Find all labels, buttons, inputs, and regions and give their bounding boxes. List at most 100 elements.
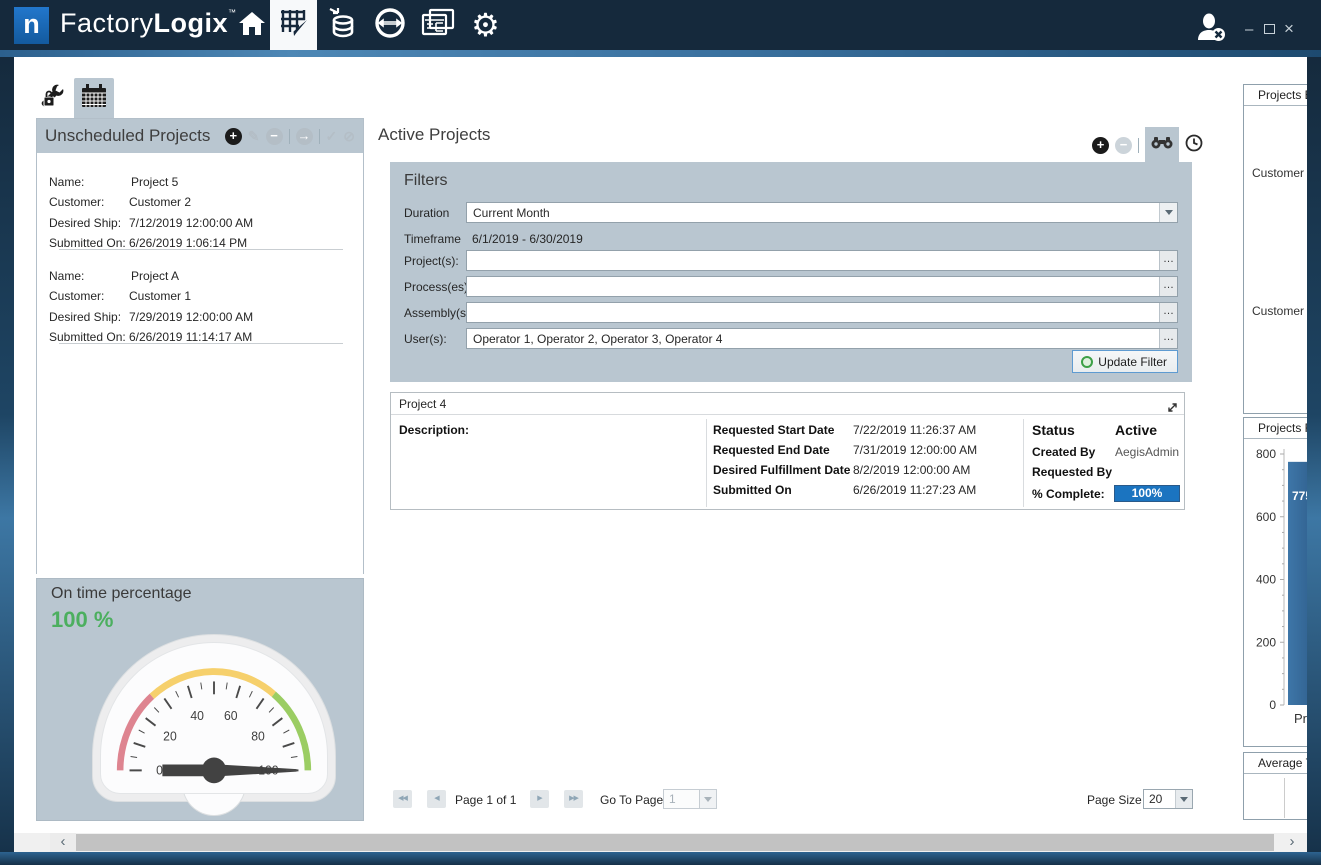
- first-page-button[interactable]: ◀◀: [393, 790, 412, 808]
- scroll-left-button[interactable]: ‹: [50, 833, 76, 852]
- svg-text:100: 100: [258, 763, 278, 777]
- desired-ship-label: Desired Ship:: [49, 216, 121, 230]
- column-divider: [1023, 419, 1024, 507]
- submitted-on-label: Submitted On: [713, 483, 792, 497]
- last-page-button[interactable]: ▶▶: [564, 790, 583, 808]
- submitted-on-value: 6/26/2019 11:27:23 AM: [853, 483, 976, 497]
- schedule-project-button[interactable]: →: [296, 128, 313, 145]
- app-logo: n: [14, 7, 49, 44]
- users-filter-input[interactable]: [467, 329, 1177, 348]
- nav-scheduling-button[interactable]: [270, 0, 317, 50]
- list-divider: [59, 249, 343, 250]
- customer-value: Customer 1: [129, 289, 191, 303]
- goto-page-value: 1: [669, 792, 676, 806]
- horizontal-scrollbar[interactable]: ‹ ›: [14, 833, 1307, 852]
- svg-text:80: 80: [251, 729, 265, 743]
- tab-configuration[interactable]: [30, 78, 70, 118]
- average-time-title: Average T: [1244, 753, 1307, 774]
- expand-icon[interactable]: [1167, 398, 1178, 420]
- project-card-header: Project 4: [391, 393, 1184, 415]
- submitted-on-label: Submitted On:: [49, 236, 126, 250]
- average-time-panel: Average T: [1243, 752, 1307, 820]
- assemblies-filter-field[interactable]: …: [466, 302, 1178, 323]
- ontime-gauge: 020406080100: [92, 634, 336, 802]
- wrench-lock-icon: [36, 82, 64, 115]
- add-project-button[interactable]: +: [225, 128, 242, 145]
- page-size-label: Page Size: [1087, 793, 1142, 807]
- duration-value: Current Month: [473, 206, 550, 220]
- timeframe-value: 6/1/2019 - 6/30/2019: [472, 232, 583, 246]
- users-filter-field[interactable]: …: [466, 328, 1178, 349]
- svg-text:60: 60: [224, 709, 238, 723]
- content-area: Unscheduled Projects + ✎ − → ✓ ⊘ Name: P…: [14, 57, 1307, 833]
- projects-filter-input[interactable]: [467, 251, 1177, 270]
- created-by-label: Created By: [1032, 445, 1095, 459]
- brand-bold: Logix: [154, 8, 229, 38]
- scrollbar-thumb[interactable]: [76, 834, 1274, 851]
- history-view-tab[interactable]: [1185, 134, 1203, 157]
- projects-remaining-title: Projects R: [1244, 418, 1307, 439]
- top-bar: n FactoryLogix™: [0, 0, 1321, 50]
- processes-browse-button[interactable]: …: [1159, 277, 1177, 296]
- previous-page-button[interactable]: ◀: [427, 790, 446, 808]
- approve-project-button[interactable]: ✓: [326, 128, 338, 145]
- average-time-chart: [1244, 774, 1307, 819]
- assemblies-browse-button[interactable]: …: [1159, 303, 1177, 322]
- name-label: Name:: [49, 175, 84, 189]
- nav-materials-button[interactable]: [318, 0, 365, 50]
- schedule-grid-pencil-icon: [279, 8, 309, 43]
- edit-project-button[interactable]: ✎: [248, 128, 260, 145]
- add-active-project-button[interactable]: +: [1092, 137, 1109, 154]
- maximize-button[interactable]: [1264, 24, 1275, 34]
- sync-circle-icon: [374, 7, 406, 44]
- close-button[interactable]: ×: [1284, 21, 1294, 36]
- refresh-icon: [1081, 356, 1093, 368]
- update-filter-button[interactable]: Update Filter: [1072, 350, 1178, 373]
- nav-settings-button[interactable]: ⚙: [462, 0, 509, 50]
- requested-start-value: 7/22/2019 11:26:37 AM: [853, 423, 976, 437]
- requested-end-value: 7/31/2019 12:00:00 AM: [853, 443, 977, 457]
- processes-filter-field[interactable]: …: [466, 276, 1178, 297]
- assemblies-filter-label: Assembly(s):: [404, 306, 473, 320]
- bottom-window-border: [0, 852, 1321, 865]
- project-card[interactable]: Project 4 Description: Requested Start D…: [390, 392, 1185, 510]
- svg-text:400: 400: [1256, 573, 1276, 587]
- reject-project-button[interactable]: ⊘: [343, 128, 355, 145]
- projects-browse-button[interactable]: …: [1159, 251, 1177, 270]
- page-size-combo[interactable]: 20: [1143, 789, 1193, 809]
- next-page-button[interactable]: ▶: [530, 790, 549, 808]
- chevron-down-icon: [1159, 203, 1177, 222]
- goto-page-label: Go To Page: [600, 793, 663, 807]
- customer-label: Customer:: [49, 289, 104, 303]
- filter-view-tab[interactable]: [1145, 127, 1179, 163]
- projects-filter-label: Project(s):: [404, 254, 459, 268]
- duration-select[interactable]: Current Month: [466, 202, 1178, 223]
- scroll-right-button[interactable]: ›: [1279, 833, 1305, 852]
- processes-filter-input[interactable]: [467, 277, 1177, 296]
- filters-panel: Filters Duration Current Month Timeframe…: [390, 162, 1192, 382]
- tab-scheduling-calendar[interactable]: [74, 78, 114, 118]
- binoculars-icon: [1151, 136, 1173, 154]
- projects-filter-field[interactable]: …: [466, 250, 1178, 271]
- minimize-button[interactable]: –: [1245, 22, 1253, 37]
- active-projects-title: Active Projects: [378, 125, 490, 145]
- application-window: n FactoryLogix™: [0, 0, 1321, 865]
- logout-user-button[interactable]: [1194, 12, 1228, 47]
- name-label: Name:: [49, 269, 84, 283]
- clock-icon: [1185, 139, 1203, 156]
- assemblies-filter-input[interactable]: [467, 303, 1177, 322]
- axis-line: [1284, 778, 1285, 818]
- users-browse-button[interactable]: …: [1159, 329, 1177, 348]
- remove-project-button[interactable]: −: [266, 128, 283, 145]
- nav-transfer-button[interactable]: [366, 0, 413, 50]
- goto-page-combo[interactable]: 1: [663, 789, 717, 809]
- gauge-dial: 020406080100: [92, 634, 336, 802]
- desired-ship-label: Desired Ship:: [49, 310, 121, 324]
- unscheduled-projects-title: Unscheduled Projects: [45, 126, 210, 146]
- nav-reports-button[interactable]: [414, 0, 461, 50]
- submitted-on-label: Submitted On:: [49, 330, 126, 344]
- remove-active-project-button[interactable]: −: [1115, 137, 1132, 154]
- project-card-title: Project 4: [399, 397, 446, 411]
- status-label: Status: [1032, 422, 1075, 438]
- nav-home-button[interactable]: [228, 0, 275, 50]
